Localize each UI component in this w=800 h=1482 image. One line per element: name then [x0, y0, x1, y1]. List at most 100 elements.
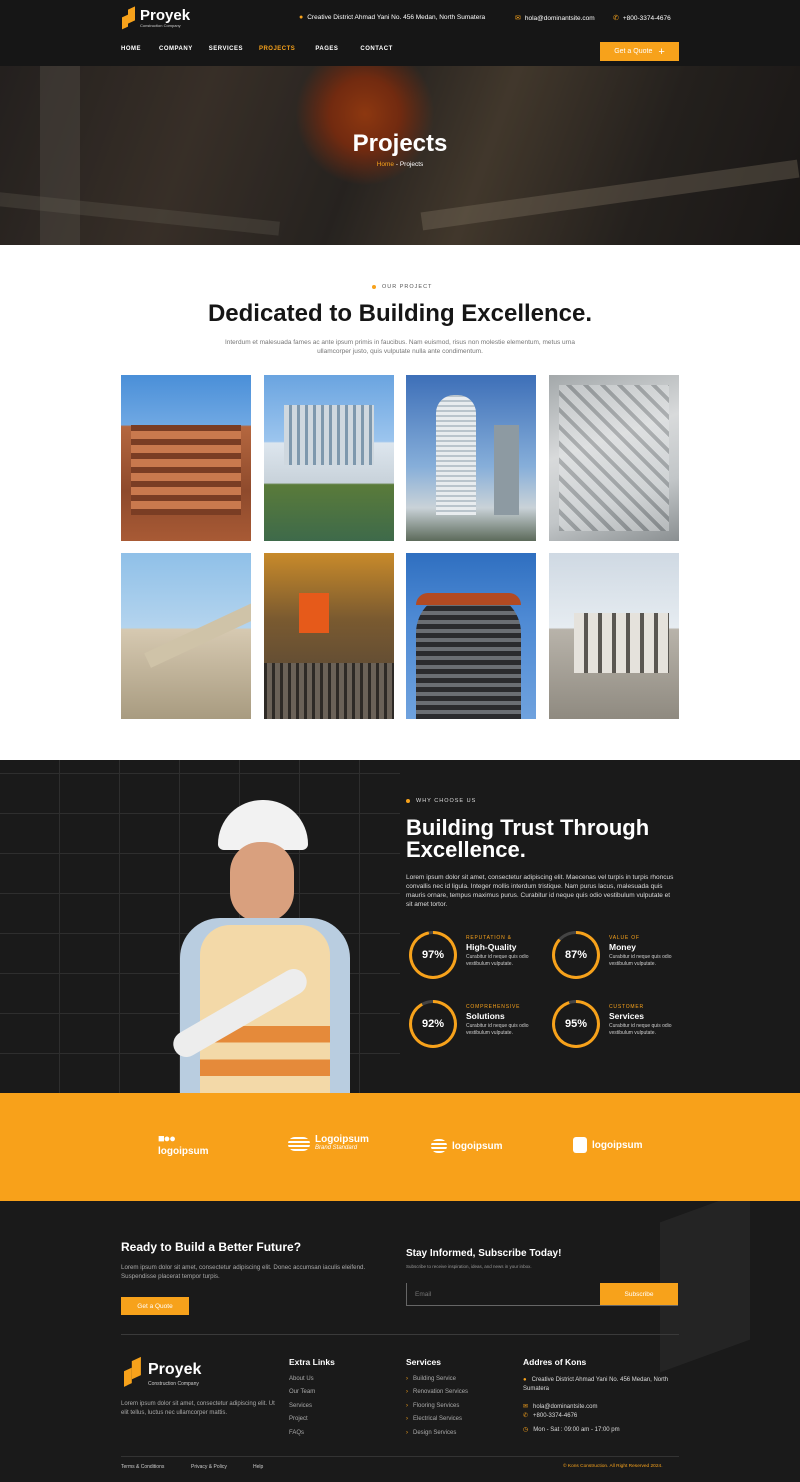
page-hero: Projects Home - Projects	[0, 66, 800, 245]
project-beam	[144, 594, 251, 668]
cta-title: Ready to Build a Better Future?	[121, 1240, 302, 1254]
projects-title: Dedicated to Building Excellence.	[207, 300, 593, 327]
why-choose-section: WHY CHOOSE US Building Trust Through Exc…	[0, 760, 800, 1093]
nav-services[interactable]: SERVICES	[209, 46, 243, 52]
footer-service-item[interactable]: › Design Services	[406, 1430, 456, 1436]
nav-pages[interactable]: PAGES	[315, 46, 338, 52]
footer-link-faqs[interactable]: FAQs	[289, 1430, 304, 1436]
get-quote-button[interactable]: Get a Quote +	[600, 42, 679, 61]
project-frame	[559, 385, 669, 531]
site-footer: Ready to Build a Better Future? Lorem ip…	[0, 1201, 800, 1482]
mail-icon: ✉	[523, 1404, 529, 1410]
client-logo-2-main: Logoipsum	[315, 1134, 369, 1145]
breadcrumb-home[interactable]: Home	[377, 161, 394, 168]
footer-service-label: Electrical Services	[413, 1416, 463, 1422]
header-email[interactable]: ✉ hola@dominantsite.com	[515, 14, 595, 22]
clock-icon: ◷	[523, 1427, 529, 1433]
stat-value: 97%	[412, 934, 454, 976]
subscribe-text: Subscribe to receive inspiration, ideas,…	[406, 1264, 532, 1269]
why-eyebrow: WHY CHOOSE US	[406, 798, 476, 804]
breadcrumb-current: Projects	[399, 161, 424, 168]
project-image[interactable]	[264, 375, 394, 541]
footer-service-label: Design Services	[413, 1430, 457, 1436]
header-phone[interactable]: ✆ +800-3374-4676	[613, 14, 671, 22]
project-image[interactable]	[549, 375, 679, 541]
stat-title: Money	[609, 942, 636, 952]
subscribe-title: Stay Informed, Subscribe Today!	[406, 1248, 562, 1259]
client-logos: ■●● logoipsum Logoipsum Brand Standard lo…	[0, 1093, 800, 1201]
engineer-image	[160, 800, 360, 1093]
client-logo-2-text: Logoipsum Brand Standard	[315, 1135, 369, 1153]
plus-icon: +	[658, 45, 665, 58]
project-image[interactable]	[549, 553, 679, 719]
main-nav: HOME COMPANY SERVICES PROJECTS PAGES CON…	[121, 46, 393, 52]
project-building-top	[416, 593, 521, 605]
footer-email-text[interactable]: hola@dominantsite.com	[533, 1404, 597, 1410]
logo-wave-icon	[431, 1139, 447, 1153]
footer-service-label: Renovation Services	[413, 1389, 469, 1395]
footer-service-item[interactable]: › Electrical Services	[406, 1416, 462, 1422]
footer-help-link[interactable]: Help	[253, 1464, 263, 1470]
stat-desc: Curabitur id neque quis odio vestibulum …	[609, 1023, 672, 1036]
stat-card: 97% REPUTATION & High-Quality Curabitur …	[409, 931, 549, 981]
header-phone-text[interactable]: +800-3374-4676	[623, 15, 671, 22]
mail-icon: ✉	[515, 15, 521, 22]
arrow-right-icon: ›	[406, 1416, 408, 1422]
cta-text: Lorem ipsum dolor sit amet, consectetur …	[121, 1264, 366, 1280]
footer-hours-text: Mon - Sat : 09:00 am - 17:00 pm	[533, 1427, 620, 1433]
footer-logo-icon[interactable]	[124, 1359, 142, 1385]
footer-link-about[interactable]: About Us	[289, 1376, 314, 1382]
why-description: Lorem ipsum dolor sit amet, consectetur …	[406, 874, 674, 908]
nav-projects[interactable]: PROJECTS	[259, 46, 295, 52]
footer-link-project[interactable]: Project	[289, 1416, 308, 1422]
logo-stripes-icon	[288, 1137, 310, 1151]
progress-ring: 92%	[409, 1000, 457, 1048]
brand-name[interactable]: Proyek	[140, 7, 190, 24]
project-image[interactable]	[121, 553, 251, 719]
why-title: Building Trust Through Excellence.	[406, 815, 650, 862]
footer-link-services[interactable]: Services	[289, 1403, 312, 1409]
projects-eyebrow: OUR PROJECT	[372, 284, 432, 290]
project-image[interactable]	[406, 553, 536, 719]
footer-service-item[interactable]: › Flooring Services	[406, 1403, 459, 1409]
subscribe-button[interactable]: Subscribe	[600, 1283, 678, 1305]
copyright: © Kons Construction. All Right Reserved …	[563, 1464, 663, 1469]
stat-desc: Curabitur id neque quis odio vestibulum …	[609, 954, 672, 967]
client-logo-1: ■●● logoipsum	[158, 1133, 209, 1157]
cta-quote-button[interactable]: Get a Quote	[121, 1297, 189, 1315]
footer-terms-link[interactable]: Terms & Conditions	[121, 1464, 164, 1470]
phone-icon: ✆	[613, 15, 619, 22]
nav-company[interactable]: COMPANY	[159, 46, 193, 52]
footer-links-title: Extra Links	[289, 1357, 335, 1367]
logo-hexagon-icon	[573, 1137, 587, 1153]
breadcrumb: Home - Projects	[0, 161, 800, 168]
footer-service-label: Building Service	[413, 1376, 457, 1382]
brand-logo-icon[interactable]	[122, 8, 136, 28]
footer-service-item[interactable]: › Building Service	[406, 1376, 456, 1382]
project-image[interactable]	[264, 553, 394, 719]
footer-link-team[interactable]: Our Team	[289, 1389, 315, 1395]
brand-tagline: Construction Company	[140, 23, 181, 28]
project-image[interactable]	[121, 375, 251, 541]
client-logo-1-text: logoipsum	[158, 1146, 209, 1157]
stat-card: 95% CUSTOMER Services Curabitur id neque…	[552, 1000, 692, 1050]
arrow-right-icon: ›	[406, 1430, 408, 1436]
footer-phone-text[interactable]: +800-3374-4676	[533, 1413, 577, 1419]
footer-privacy-link[interactable]: Privacy & Policy	[191, 1464, 227, 1470]
footer-brand[interactable]: Proyek	[148, 1361, 201, 1379]
project-building	[416, 593, 521, 719]
stat-card: 87% VALUE OF Money Curabitur id neque qu…	[552, 931, 692, 981]
projects-description: Interdum et malesuada fames ac ante ipsu…	[224, 339, 576, 355]
footer-email[interactable]: ✉ hola@dominantsite.com	[523, 1403, 598, 1410]
stat-value: 92%	[412, 1003, 454, 1045]
nav-home[interactable]: HOME	[121, 46, 141, 52]
projects-section: OUR PROJECT Dedicated to Building Excell…	[0, 245, 800, 760]
footer-address-title: Addres of Kons	[523, 1357, 587, 1367]
project-image[interactable]	[406, 375, 536, 541]
logo-shapes-icon: ■●●	[158, 1133, 176, 1145]
footer-phone[interactable]: ✆ +800-3374-4676	[523, 1412, 577, 1419]
footer-service-item[interactable]: › Renovation Services	[406, 1389, 468, 1395]
header-email-text[interactable]: hola@dominantsite.com	[525, 15, 595, 22]
project-building	[494, 425, 519, 515]
nav-contact[interactable]: CONTACT	[360, 46, 392, 52]
